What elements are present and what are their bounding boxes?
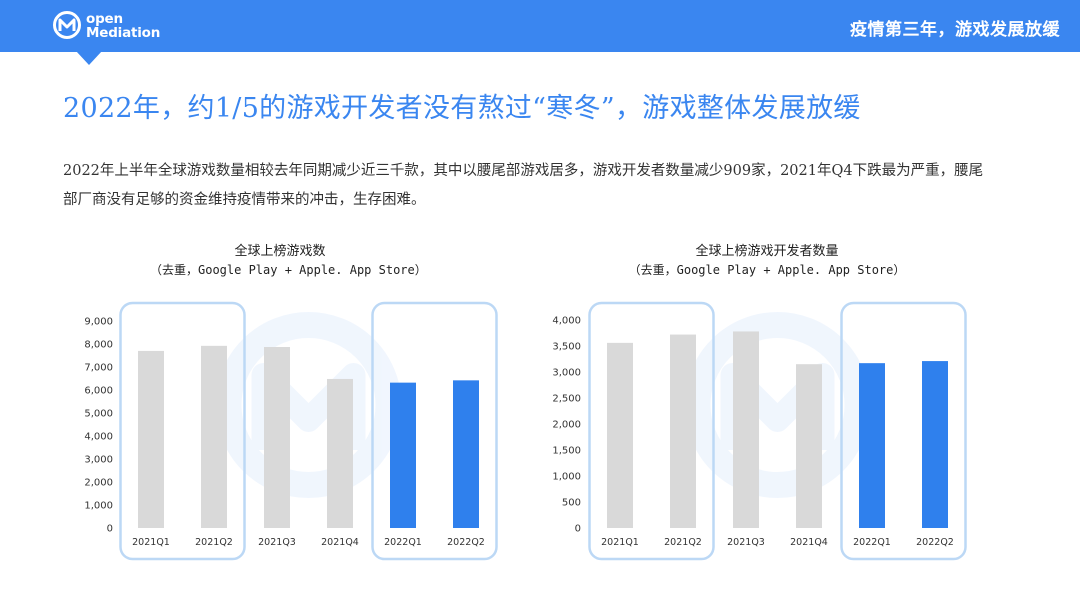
- y-tick-label: 2,500: [552, 394, 581, 405]
- bar-2021Q1: [607, 342, 633, 528]
- x-category-label: 2021Q3: [727, 537, 765, 548]
- chart-2-title: 全球上榜游戏开发者数量: [695, 244, 839, 259]
- bar-2022Q1: [390, 382, 416, 528]
- y-tick-label: 4,000: [552, 316, 581, 327]
- y-tick-label: 8,000: [84, 340, 113, 351]
- chart-1-heading: 全球上榜游戏数 （去重，Google Play + Apple. App Sto…: [150, 243, 427, 279]
- y-tick-label: 500: [562, 498, 581, 509]
- x-category-label: 2022Q2: [447, 537, 485, 548]
- logo-line-2: Mediation: [86, 25, 161, 41]
- bar-2021Q2: [201, 345, 227, 528]
- y-tick-label: 0: [575, 524, 581, 535]
- x-category-label: 2021Q1: [132, 537, 170, 548]
- y-tick-label: 5,000: [84, 409, 113, 420]
- y-tick-label: 3,000: [552, 368, 581, 379]
- bar-2021Q1: [138, 350, 164, 528]
- om-logo-icon: [53, 11, 81, 39]
- y-tick-label: 6,000: [84, 386, 113, 397]
- x-category-label: 2021Q4: [321, 537, 359, 548]
- watermark-logo-icon: [684, 312, 871, 498]
- bar-2021Q4: [327, 378, 353, 528]
- bar-2022Q2: [453, 380, 479, 528]
- chart-1-games: 0 1,000 2,000 3,000 4,000 5,000 6,000 7,000 8,00…: [84, 301, 498, 561]
- y-tick-label: 3,000: [84, 455, 113, 466]
- section-title: 疫情第三年，游戏发展放缓: [850, 20, 1060, 40]
- description-text: 2022年上半年全球游戏数量相较去年同期减少近三千款，其中以腰尾部游戏居多，游戏…: [63, 163, 984, 208]
- page-title: 2022年，约1/5的游戏开发者没有熬过“寒冬”，游戏整体发展放缓: [63, 93, 861, 124]
- header-notch: [76, 51, 102, 65]
- bar-2022Q2: [922, 361, 948, 528]
- x-category-label: 2021Q2: [664, 537, 702, 548]
- x-category-label: 2021Q4: [790, 537, 828, 548]
- bar-2022Q1: [859, 363, 885, 528]
- chart-1-title: 全球上榜游戏数: [234, 244, 326, 259]
- y-tick-label: 1,500: [552, 446, 581, 457]
- bar-2021Q3: [264, 346, 290, 528]
- y-tick-label: 2,000: [84, 478, 113, 489]
- bar-2021Q4: [796, 364, 822, 528]
- chart-2-heading: 全球上榜游戏开发者数量 （去重，Google Play + Apple. App…: [617, 243, 917, 279]
- y-tick-label: 1,000: [84, 501, 113, 512]
- x-category-label: 2021Q1: [601, 537, 639, 548]
- bar-2021Q3: [733, 331, 759, 528]
- x-category-label: 2022Q2: [916, 537, 954, 548]
- y-tick-label: 7,000: [84, 363, 113, 374]
- x-category-label: 2022Q1: [384, 537, 422, 548]
- chart-2-developers: 0 500 1,000 1,500 2,000 2,500 3,000 3,500 4,000 2…: [552, 301, 967, 561]
- x-category-label: 2022Q1: [853, 537, 891, 548]
- logo-text: open Mediation: [86, 12, 160, 40]
- open-mediation-logo: open Mediation: [53, 10, 163, 44]
- chart-2-subtitle: （去重，Google Play + Apple. App Store）: [628, 263, 906, 277]
- watermark-logo-icon: [215, 312, 402, 498]
- y-tick-label: 3,500: [552, 342, 581, 353]
- x-category-label: 2021Q3: [258, 537, 296, 548]
- bar-2021Q2: [670, 334, 696, 528]
- chart-1-subtitle: （去重，Google Play + Apple. App Store）: [150, 263, 427, 277]
- y-tick-label: 9,000: [84, 317, 113, 328]
- logo-line-1: open: [86, 11, 123, 27]
- y-tick-label: 2,000: [552, 420, 581, 431]
- y-tick-label: 0: [107, 524, 113, 535]
- y-tick-label: 4,000: [84, 432, 113, 443]
- x-category-label: 2021Q2: [195, 537, 233, 548]
- y-tick-label: 1,000: [552, 472, 581, 483]
